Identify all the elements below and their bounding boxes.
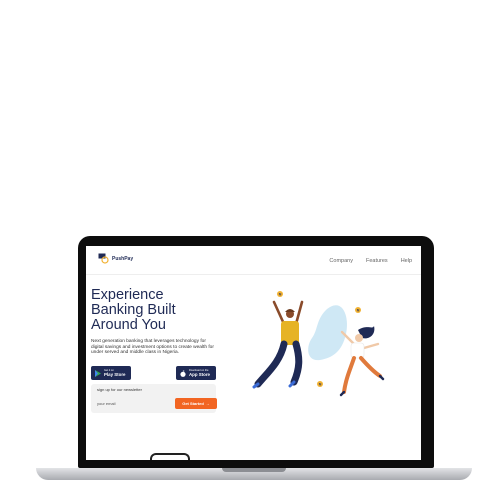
svg-text:₦: ₦ — [357, 308, 360, 312]
get-started-label: Get Started — [182, 401, 204, 406]
coin-icon: ₦ — [277, 291, 283, 297]
coin-icon: ₦ — [317, 381, 323, 387]
nav-link-company[interactable]: Company — [329, 258, 353, 264]
laptop-notch — [222, 468, 286, 472]
logo[interactable]: PushPay — [98, 253, 133, 265]
jumping-woman-figure — [339, 326, 385, 397]
arrow-right-icon: → — [205, 401, 210, 406]
brand-name: PushPay — [112, 256, 134, 262]
jumping-man-figure — [252, 300, 304, 389]
play-store-icon — [95, 369, 101, 377]
get-started-button[interactable]: Get Started → — [175, 398, 217, 409]
nav-link-features[interactable]: Features — [366, 258, 388, 264]
top-nav: PushPay Company Features Help — [86, 246, 421, 275]
coin-icon: ₦ — [355, 307, 361, 313]
google-play-label: Play Store — [104, 372, 126, 377]
hero-title-line: Experience — [91, 287, 164, 303]
hero-illustration: ₦ ₦ ₦ — [252, 291, 385, 397]
email-input[interactable] — [97, 398, 169, 408]
hero-title-line: Banking Built — [91, 302, 176, 318]
laptop-screen: PushPay Company Features Help Experience… — [86, 246, 421, 460]
newsletter-form: sign up for our newsletter Get Started → — [91, 384, 217, 413]
pushpay-logo-icon — [98, 253, 109, 264]
hero-subtitle: Next generation banking that leverages t… — [91, 339, 214, 356]
app-store-button[interactable]: Download on the App Store — [176, 366, 216, 380]
app-store-label: App Store — [189, 372, 210, 377]
apple-icon — [180, 370, 186, 377]
newsletter-label: sign up for our newsletter — [97, 387, 142, 392]
hero-title: Experience Banking Built Around You — [91, 288, 251, 333]
google-play-button[interactable]: Get it on Play Store — [91, 366, 131, 380]
svg-text:₦: ₦ — [279, 292, 282, 296]
nav-link-help[interactable]: Help — [401, 258, 412, 264]
phone-mockup-peek — [150, 453, 190, 460]
svg-text:₦: ₦ — [319, 382, 322, 386]
hero-title-line: Around You — [91, 317, 166, 333]
